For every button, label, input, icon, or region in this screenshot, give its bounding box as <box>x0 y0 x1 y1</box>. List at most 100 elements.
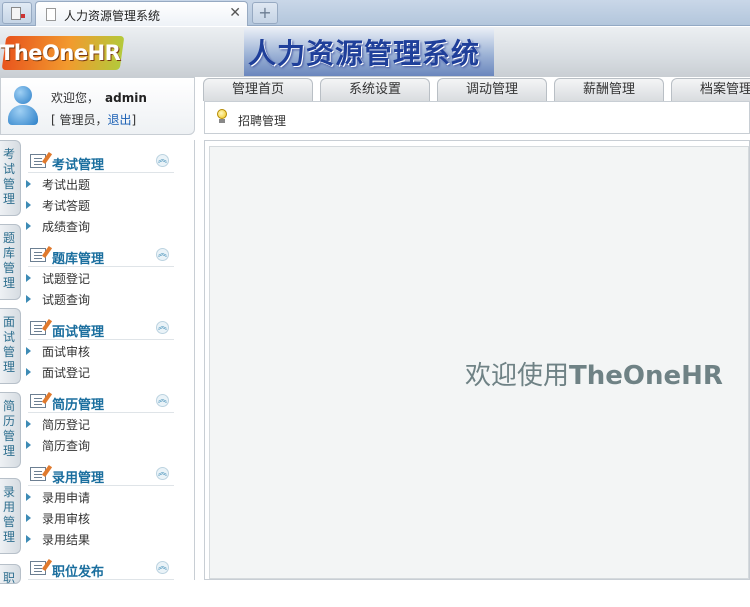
notepad-edit-icon <box>30 248 46 262</box>
menu-group-exam[interactable]: 考试管理 ︽ <box>28 151 174 173</box>
menu-group-question-bank[interactable]: 题库管理 ︽ <box>28 245 174 267</box>
vtab-question-bank[interactable]: 题库管理 <box>0 224 21 300</box>
menu-item-resume-query[interactable]: 简历查询 <box>24 435 174 455</box>
menu-item-label: 简历查询 <box>42 439 91 453</box>
menu-item-hire-apply[interactable]: 录用申请 <box>24 487 174 507</box>
menu-group-resume[interactable]: 简历管理 ︽ <box>28 391 174 413</box>
vtab-hire[interactable]: 录用管理 <box>0 478 21 554</box>
role-line: [ 管理员，退出] <box>51 111 136 128</box>
vtab-position[interactable]: 职 <box>0 564 21 585</box>
lightbulb-icon <box>217 109 227 123</box>
vtab-interview[interactable]: 面试管理 <box>0 308 21 384</box>
arrow-right-icon <box>26 180 31 188</box>
menu-item-exam-create[interactable]: 考试出题 <box>24 174 174 194</box>
arrow-right-icon <box>26 441 31 449</box>
double-chevron-up-icon[interactable]: ︽ <box>156 248 169 261</box>
menu-item-label: 录用审核 <box>42 512 91 526</box>
menu-item-resume-register[interactable]: 简历登记 <box>24 414 174 434</box>
arrow-right-icon <box>26 295 31 303</box>
vtab-exam[interactable]: 考试管理 <box>0 140 21 216</box>
role-text: [ 管理员， <box>51 113 108 127</box>
document-icon <box>11 7 25 20</box>
browser-tab[interactable]: 人力资源管理系统 ✕ <box>35 1 248 26</box>
sidebar-menu: 考试管理 ︽ 考试出题 考试答题 成绩查询 题库管理 ︽ 试题登记 试题查询 面… <box>22 140 195 580</box>
main-content: 欢迎使用TheOneHR <box>204 140 750 580</box>
arrow-right-icon <box>26 368 31 376</box>
browser-menu-button[interactable] <box>2 2 32 24</box>
vtab-label: 简历管理 <box>2 399 15 458</box>
double-chevron-up-icon[interactable]: ︽ <box>156 394 169 407</box>
sidebar-vertical-tabs: 考试管理 题库管理 面试管理 简历管理 录用管理 职 <box>0 140 22 585</box>
menu-item-label: 面试登记 <box>42 366 91 380</box>
arrow-right-icon <box>26 274 31 282</box>
menu-item-label: 成绩查询 <box>42 220 91 234</box>
menu-item-label: 录用申请 <box>42 491 91 505</box>
notepad-edit-icon <box>30 154 46 168</box>
close-icon[interactable]: ✕ <box>229 5 241 21</box>
menu-group-interview[interactable]: 面试管理 ︽ <box>28 318 174 340</box>
arrow-right-icon <box>26 222 31 230</box>
content-panel: 欢迎使用TheOneHR <box>209 146 749 579</box>
welcome-prefix: 欢迎使用 <box>465 361 570 391</box>
double-chevron-up-icon[interactable]: ︽ <box>156 154 169 167</box>
welcome-message: 欢迎使用TheOneHR <box>465 355 723 392</box>
page-icon <box>46 8 56 21</box>
menu-item-interview-review[interactable]: 面试审核 <box>24 341 174 361</box>
arrow-right-icon <box>26 347 31 355</box>
arrow-right-icon <box>26 420 31 428</box>
double-chevron-up-icon[interactable]: ︽ <box>156 467 169 480</box>
menu-item-question-query[interactable]: 试题查询 <box>24 289 174 309</box>
tab-transfer[interactable]: 调动管理 <box>437 78 547 101</box>
section-bar: 招聘管理 <box>204 101 750 134</box>
welcome-line: 欢迎您， admin <box>51 89 147 106</box>
welcome-brand: TheOneHR <box>569 361 723 391</box>
menu-item-exam-answer[interactable]: 考试答题 <box>24 195 174 215</box>
double-chevron-up-icon[interactable]: ︽ <box>156 321 169 334</box>
vtab-resume[interactable]: 简历管理 <box>0 392 21 468</box>
notepad-edit-icon <box>30 561 46 575</box>
notepad-edit-icon <box>30 467 46 481</box>
top-nav: 管理首页 系统设置 调动管理 薪酬管理 档案管理 <box>197 77 750 101</box>
tab-settings[interactable]: 系统设置 <box>320 78 430 101</box>
current-section: 招聘管理 <box>238 114 287 128</box>
menu-item-question-register[interactable]: 试题登记 <box>24 268 174 288</box>
menu-group-title: 面试管理 <box>52 325 105 340</box>
menu-item-score-query[interactable]: 成绩查询 <box>24 216 174 236</box>
menu-group-title: 简历管理 <box>52 398 105 413</box>
menu-group-position[interactable]: 职位发布 ︽ <box>28 558 174 580</box>
menu-group-title: 录用管理 <box>52 471 105 486</box>
menu-group-title: 题库管理 <box>52 252 105 267</box>
header-banner: TheOneHR 人力资源管理系统 <box>0 27 750 77</box>
menu-item-label: 简历登记 <box>42 418 91 432</box>
menu-item-hire-result[interactable]: 录用结果 <box>24 529 174 549</box>
tab-archive[interactable]: 档案管理 <box>671 78 750 101</box>
menu-item-label: 试题查询 <box>42 293 91 307</box>
logo-text: TheOneHR <box>0 41 121 65</box>
menu-item-interview-register[interactable]: 面试登记 <box>24 362 174 382</box>
user-info-panel: 欢迎您， admin [ 管理员，退出] <box>0 77 195 135</box>
browser-tab-bar: 人力资源管理系统 ✕ + <box>0 0 750 26</box>
menu-item-label: 试题登记 <box>42 272 91 286</box>
vtab-label: 职 <box>2 571 15 585</box>
vtab-label: 考试管理 <box>2 147 15 206</box>
greeting-text: 欢迎您， <box>51 91 100 105</box>
user-avatar-icon <box>6 86 40 126</box>
menu-item-label: 录用结果 <box>42 533 91 547</box>
tab-home[interactable]: 管理首页 <box>203 78 313 101</box>
double-chevron-up-icon[interactable]: ︽ <box>156 561 169 574</box>
logout-link[interactable]: 退出 <box>108 113 132 127</box>
arrow-right-icon <box>26 514 31 522</box>
notepad-edit-icon <box>30 321 46 335</box>
menu-item-hire-review[interactable]: 录用审核 <box>24 508 174 528</box>
menu-item-label: 面试审核 <box>42 345 91 359</box>
username: admin <box>105 91 147 105</box>
menu-group-title: 考试管理 <box>52 158 105 173</box>
new-tab-button[interactable]: + <box>252 2 278 24</box>
vtab-label: 题库管理 <box>2 231 15 290</box>
arrow-right-icon <box>26 535 31 543</box>
system-title-text: 人力资源管理系统 <box>248 37 481 70</box>
tab-salary[interactable]: 薪酬管理 <box>554 78 664 101</box>
arrow-right-icon <box>26 201 31 209</box>
menu-group-hire[interactable]: 录用管理 ︽ <box>28 464 174 486</box>
menu-item-label: 考试答题 <box>42 199 91 213</box>
